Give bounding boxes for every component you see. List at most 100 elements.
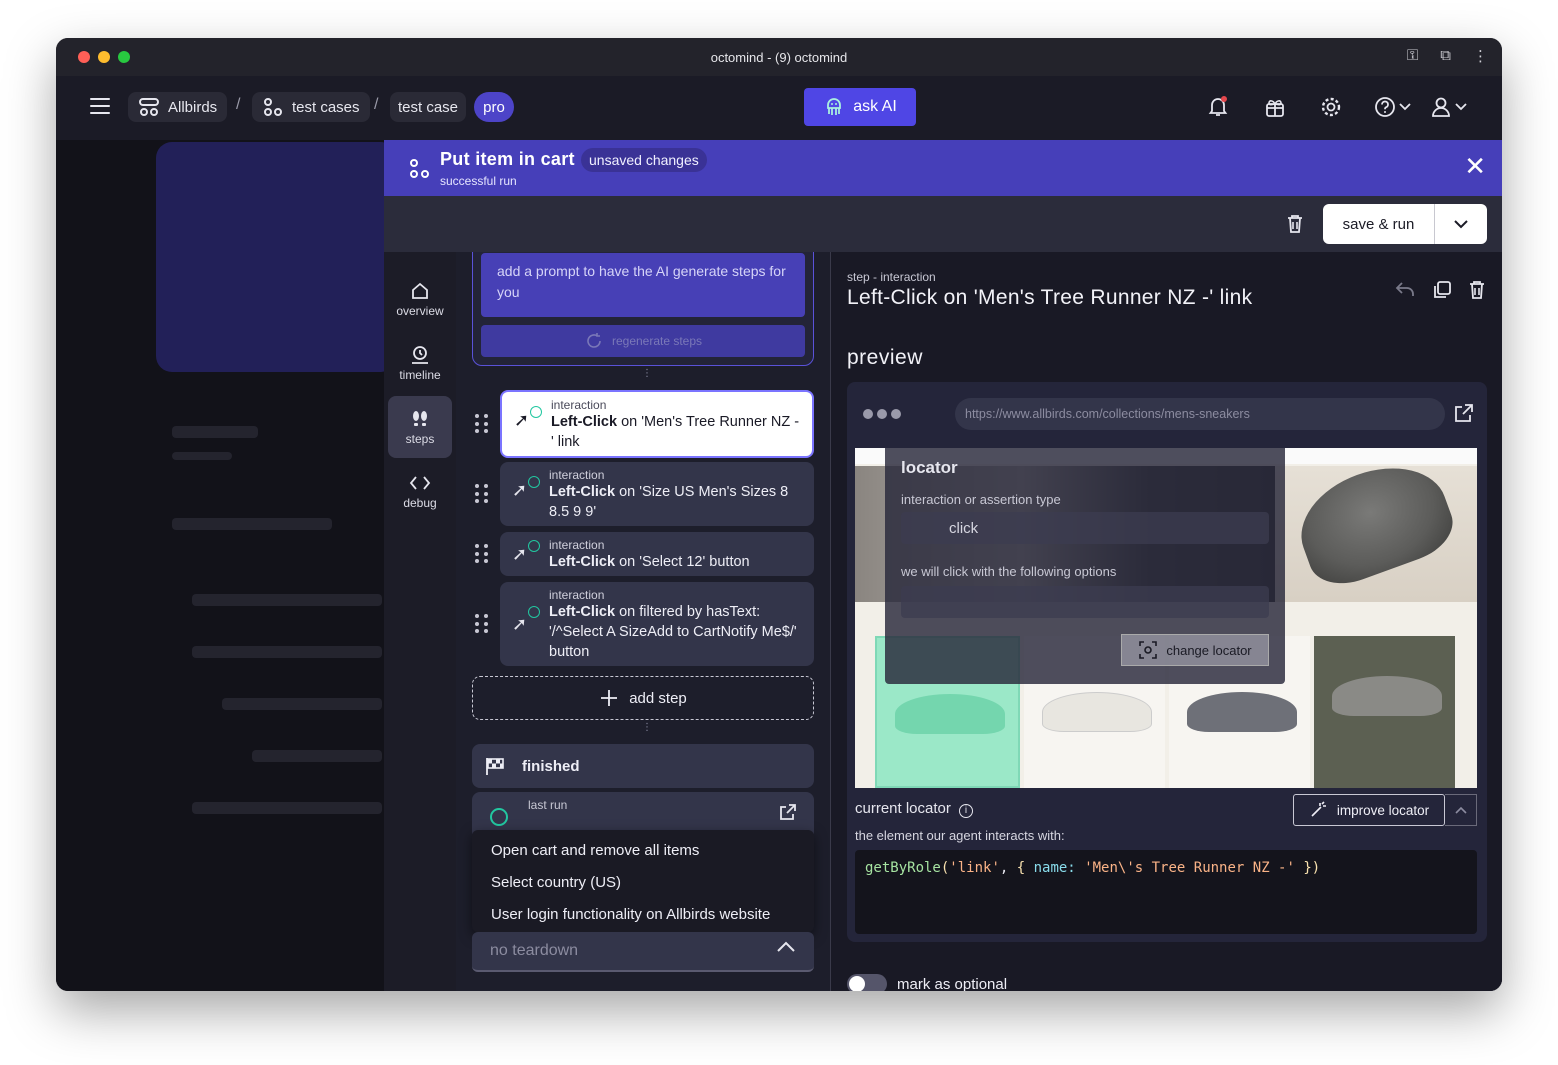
steps-column: add a prompt to have the AI generate ste… [456, 252, 830, 991]
close-window-button[interactable] [78, 51, 90, 63]
open-external-icon[interactable] [1453, 402, 1475, 424]
nav-steps[interactable]: steps [388, 396, 452, 458]
test-case-title: Put item in cart [440, 149, 575, 169]
panel-header: Put item in cart unsaved changes success… [384, 140, 1502, 196]
optional-toggle[interactable] [847, 974, 887, 991]
drag-handle-icon[interactable] [475, 414, 489, 434]
teardown-dropdown-menu: Open cart and remove all items Select co… [472, 830, 814, 932]
breadcrumb-test-case[interactable]: test case [390, 92, 467, 122]
unsaved-changes-badge: unsaved changes [581, 148, 707, 172]
external-link-icon[interactable] [778, 802, 798, 822]
pro-badge: pro [474, 92, 514, 122]
duplicate-icon[interactable] [1432, 280, 1452, 300]
app-window: octomind - (9) octomind ⚿ ⧉ ⋮ Allbirds /… [56, 38, 1502, 991]
step-card[interactable]: ➚ interaction Left-Click on 'Select 12' … [500, 532, 814, 576]
preview-box: https://www.allbirds.com/collections/men… [847, 382, 1487, 942]
add-step-button[interactable]: add step [472, 676, 814, 720]
nav-debug[interactable]: debug [388, 460, 452, 522]
user-icon[interactable] [1430, 96, 1470, 118]
code-icon [409, 475, 431, 490]
side-nav: overview timeline steps debug [384, 252, 456, 991]
delete-step-icon[interactable] [1468, 280, 1486, 300]
background-card [156, 142, 384, 372]
drag-handle-icon[interactable] [475, 544, 489, 564]
bell-icon[interactable] [1208, 96, 1228, 118]
delete-test-case-icon[interactable] [1286, 214, 1304, 234]
step-kind: interaction [549, 538, 605, 552]
background-text [172, 452, 232, 460]
drag-handle-icon[interactable] [475, 484, 489, 504]
nav-label: overview [396, 303, 444, 318]
success-check-icon [528, 606, 540, 618]
preview-heading: preview [847, 346, 923, 369]
help-icon[interactable] [1374, 96, 1414, 118]
breadcrumb-label: Allbirds [168, 98, 218, 116]
chevron-up-icon[interactable] [1445, 794, 1477, 826]
breadcrumb-label: test cases [292, 98, 360, 116]
drag-handle-icon[interactable] [475, 614, 489, 634]
regenerate-steps-button[interactable]: regenerate steps [481, 325, 805, 357]
cursor-click-icon: ➚ [512, 614, 528, 634]
target-icon [1139, 641, 1158, 659]
breadcrumb-separator: / [374, 96, 379, 113]
background-text [252, 750, 382, 762]
minimize-window-button[interactable] [98, 51, 110, 63]
chevron-up-icon[interactable] [776, 940, 796, 954]
chevron-down-icon[interactable] [1435, 219, 1487, 229]
locator-code[interactable]: getByRole('link', { name: 'Men\'s Tree R… [855, 850, 1477, 934]
save-and-run-button[interactable]: save & run [1323, 204, 1487, 244]
breadcrumb-allbirds[interactable]: Allbirds [128, 92, 228, 122]
step-card[interactable]: ➚ interaction Left-Click on 'Size US Men… [500, 462, 814, 526]
menu-icon[interactable] [90, 98, 110, 114]
gift-icon[interactable] [1264, 96, 1286, 118]
info-icon[interactable]: i [959, 804, 974, 818]
options-select[interactable] [901, 586, 1269, 618]
octopus-icon [827, 98, 842, 115]
zoom-window-button[interactable] [118, 51, 130, 63]
teardown-select[interactable]: no teardown [472, 932, 814, 972]
code-role: 'link' [949, 860, 1000, 876]
step-target: on 'Select 12' button [615, 554, 750, 570]
breadcrumb-test-cases[interactable]: test cases [252, 92, 370, 122]
undo-icon[interactable] [1394, 280, 1416, 300]
breadcrumb-separator: / [236, 96, 241, 113]
step-description: Left-Click on 'Men's Tree Runner NZ - ' … [551, 412, 802, 452]
flag-icon [486, 758, 504, 775]
project-icon [139, 98, 159, 116]
more-icon[interactable]: ⋮ [1473, 47, 1488, 65]
cursor-click-icon: ➚ [514, 410, 530, 430]
regenerate-label: regenerate steps [611, 334, 703, 348]
step-kind: interaction [549, 588, 605, 602]
nav-label: timeline [399, 367, 441, 382]
improve-locator-button[interactable]: improve locator [1293, 794, 1445, 826]
gear-icon[interactable] [1320, 96, 1342, 118]
cursor-click-icon: ➚ [512, 480, 528, 500]
teardown-option[interactable]: Select country (US) [472, 866, 814, 898]
teardown-option[interactable]: User login functionality on Allbirds web… [472, 898, 814, 930]
agent-label: the element our agent interacts with: [855, 828, 1065, 843]
type-select[interactable]: click [901, 512, 1269, 544]
step-card[interactable]: ➚ interaction Left-Click on filtered by … [500, 582, 814, 666]
save-and-run-label: save & run [1323, 204, 1435, 244]
code-function: getByRole [865, 860, 941, 876]
change-locator-button[interactable]: change locator [1121, 634, 1269, 666]
type-label: interaction or assertion type [901, 492, 1061, 507]
step-action: Left-Click [549, 484, 616, 500]
test-cases-icon [264, 98, 282, 116]
step-description: Left-Click on 'Size US Men's Sizes 8 8.5… [549, 482, 804, 522]
extension-icon[interactable]: ⧉ [1440, 47, 1451, 65]
ask-ai-button[interactable]: ask AI [804, 88, 916, 126]
step-card[interactable]: ➚ interaction Left-Click on 'Men's Tree … [500, 390, 814, 458]
nav-overview[interactable]: overview [388, 268, 452, 330]
improve-locator-label: improve locator [1336, 802, 1430, 818]
optional-toggle-row: mark as optional [847, 974, 1007, 991]
preview-url: https://www.allbirds.com/collections/men… [955, 398, 1445, 430]
background-text [222, 698, 382, 710]
background-text [172, 518, 332, 530]
ai-prompt-input[interactable]: add a prompt to have the AI generate ste… [481, 253, 805, 317]
teardown-option[interactable]: Open cart and remove all items [472, 834, 814, 866]
key-icon[interactable]: ⚿ [1407, 47, 1418, 65]
close-icon[interactable]: ✕ [1464, 153, 1486, 179]
timeline-icon [412, 345, 428, 364]
nav-timeline[interactable]: timeline [388, 332, 452, 394]
